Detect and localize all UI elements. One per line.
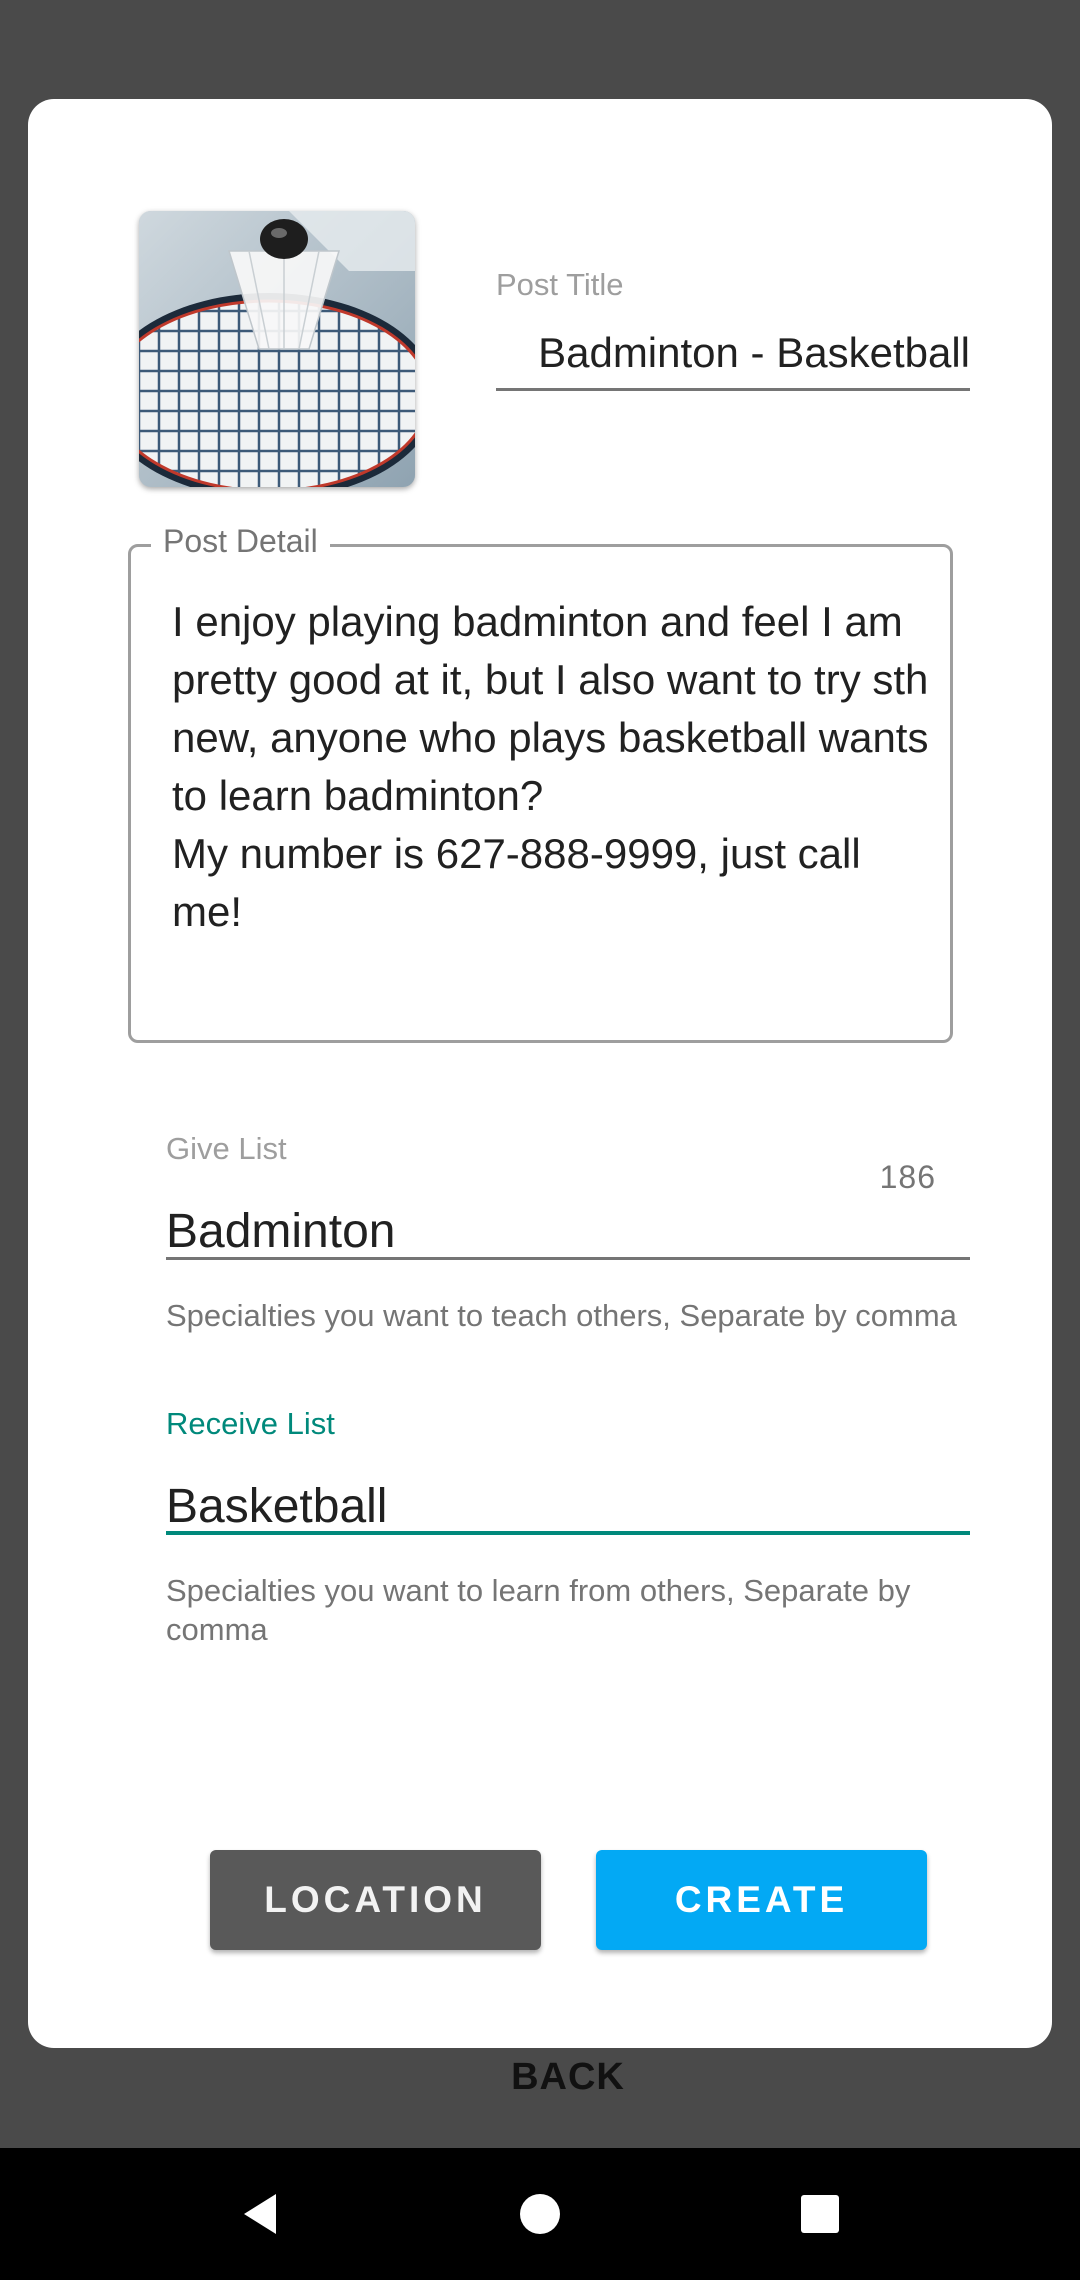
receive-list-input[interactable]: Basketball	[166, 1469, 970, 1535]
post-title-value: Badminton - Basketball	[538, 329, 970, 376]
character-counter: 186	[879, 1159, 936, 1195]
screen: Post Title Badminton - Basketball Post D…	[0, 0, 1080, 2280]
back-button[interactable]: BACK	[468, 2056, 668, 2099]
give-list-value: Badminton	[166, 1205, 396, 1258]
create-button[interactable]: CREATE	[596, 1850, 927, 1950]
system-navigation-bar	[0, 2148, 1080, 2280]
create-post-dialog: Post Title Badminton - Basketball Post D…	[28, 99, 1052, 2098]
post-detail-value: I enjoy playing badminton and feel I am …	[172, 598, 929, 935]
square-recents-icon[interactable]	[790, 2184, 850, 2244]
give-list-input[interactable]: Badminton	[166, 1194, 970, 1260]
give-list-label: Give List	[166, 1131, 287, 1166]
post-title-label: Post Title	[496, 267, 624, 302]
triangle-back-icon[interactable]	[230, 2184, 290, 2244]
receive-list-value: Basketball	[166, 1480, 388, 1533]
circle-home-icon[interactable]	[510, 2184, 570, 2244]
give-list-helper: Specialties you want to teach others, Se…	[166, 1298, 957, 1333]
post-detail-label: Post Detail	[151, 523, 330, 560]
receive-list-label: Receive List	[166, 1406, 335, 1441]
receive-list-helper: Specialties you want to learn from other…	[166, 1573, 911, 1647]
location-button[interactable]: LOCATION	[210, 1850, 541, 1950]
post-detail-input[interactable]: Post Detail I enjoy playing badminton an…	[128, 523, 953, 1043]
post-image[interactable]	[139, 211, 415, 487]
post-title-input[interactable]: Badminton - Basketball	[496, 319, 970, 391]
badminton-photo	[139, 211, 415, 487]
